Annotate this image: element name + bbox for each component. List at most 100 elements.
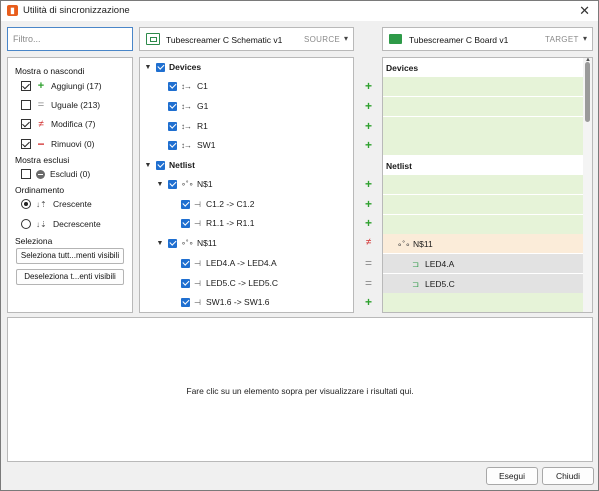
tree-checkbox[interactable] (168, 140, 177, 150)
show-add-checkbox[interactable] (21, 81, 31, 91)
sync-utility-window: ▮ Utilità di sincronizzazione ✕ Filtro..… (0, 0, 599, 491)
tree-item-n11[interactable]: ▼ ∘˚∘ N$11 (156, 236, 217, 250)
show-modify-checkbox[interactable] (21, 119, 31, 129)
target-label: Devices (386, 63, 419, 73)
source-selector[interactable]: Tubescreamer C Schematic v1 SOURCE ▾ (139, 27, 354, 51)
tree-checkbox[interactable] (181, 218, 190, 228)
show-remove-option[interactable]: − Rimuovi (0) (21, 137, 94, 151)
expand-icon[interactable]: ▼ (156, 181, 164, 188)
tree-item-sw1[interactable]: ↕→ SW1 (168, 138, 215, 152)
target-row-n11[interactable]: ∘˚∘ N$11 (383, 234, 584, 253)
tree-item-r1[interactable]: ↕→ R1 (168, 119, 208, 133)
select-label: Seleziona (15, 236, 53, 246)
options-panel: Mostra o nascondi + Aggiungi (17) = Ugua… (7, 57, 133, 313)
tree-label: Netlist (169, 160, 195, 170)
expand-icon[interactable]: ▼ (144, 64, 152, 71)
deselect-all-visible-button[interactable]: Deseleziona t...enti visibili (16, 269, 124, 285)
tree-checkbox[interactable] (181, 297, 190, 307)
target-row-led4a[interactable]: ⊐ LED4.A (383, 254, 584, 273)
target-tree: Devices Netlist ∘˚∘ N$11 ⊐ LED4.A ⊐ LED5… (382, 57, 593, 313)
sort-ascending-label: Crescente (53, 199, 92, 209)
equal-icon: = (364, 256, 372, 270)
show-modify-option[interactable]: ≠ Modifica (7) (21, 117, 95, 131)
chevron-down-icon: ▾ (582, 34, 587, 43)
expand-icon[interactable]: ▼ (144, 162, 152, 169)
component-icon: ↕→ (181, 81, 192, 91)
board-icon (389, 34, 402, 44)
tree-item-netlist[interactable]: ▼ Netlist (144, 158, 195, 172)
tree-checkbox[interactable] (181, 278, 190, 288)
tree-checkbox[interactable] (168, 101, 177, 111)
tree-item-g1[interactable]: ↕→ G1 (168, 99, 208, 113)
target-selector[interactable]: Tubescreamer C Board v1 TARGET ▾ (382, 27, 593, 51)
tree-item-c1-2[interactable]: ⊣ C1.2 -> C1.2 (181, 197, 254, 211)
tree-checkbox[interactable] (181, 199, 190, 209)
run-button[interactable]: Esegui (486, 467, 538, 485)
tree-item-devices[interactable]: ▼ Devices (144, 60, 202, 74)
tree-label: SW1.6 -> SW1.6 (206, 297, 270, 307)
pin-icon: ⊣ (194, 297, 201, 307)
sort-descending-option[interactable]: ↓⇣ Decrescente (21, 217, 101, 231)
target-label: LED4.A (425, 259, 455, 269)
target-row-empty (383, 117, 584, 136)
target-scrollbar[interactable]: ▲ (583, 58, 592, 312)
schematic-icon (146, 33, 160, 45)
target-row-empty (383, 293, 584, 312)
tree-checkbox[interactable] (156, 62, 165, 72)
results-message: Fare clic su un elemento sopra per visua… (186, 386, 414, 396)
show-same-checkbox[interactable] (21, 100, 31, 110)
tree-checkbox[interactable] (168, 238, 177, 248)
target-row-empty (383, 175, 584, 194)
tree-item-led4a[interactable]: ⊣ LED4.A -> LED4.A (181, 256, 277, 270)
source-tree: ▼ Devices ↕→ C1 ↕→ G1 ↕→ R1 ↕→ SW1 ▼ Net… (139, 57, 354, 313)
net-icon: ∘˚∘ (397, 239, 411, 249)
add-icon: + (364, 79, 372, 93)
target-row-netlist: Netlist (383, 156, 584, 175)
scrollbar-thumb[interactable] (585, 62, 590, 122)
exclude-option[interactable]: Escludi (0) (21, 167, 90, 181)
tree-item-n1[interactable]: ▼ ∘˚∘ N$1 (156, 177, 213, 191)
results-panel: Fare clic su un elemento sopra per visua… (7, 317, 593, 462)
select-all-visible-button[interactable]: Seleziona tutt...menti visibili (16, 248, 124, 264)
sort-ascending-radio[interactable] (21, 199, 31, 209)
tree-item-c1[interactable]: ↕→ C1 (168, 79, 208, 93)
modify-icon: ≠ (365, 237, 372, 248)
add-icon: + (364, 119, 372, 133)
show-remove-checkbox[interactable] (21, 139, 31, 149)
tree-item-led5c[interactable]: ⊣ LED5.C -> LED5.C (181, 276, 278, 290)
exclude-checkbox[interactable] (21, 169, 31, 179)
target-row-empty (383, 136, 584, 155)
tree-checkbox[interactable] (181, 258, 190, 268)
tree-item-sw1-6[interactable]: ⊣ SW1.6 -> SW1.6 (181, 295, 270, 309)
close-icon[interactable]: ✕ (579, 3, 590, 19)
show-add-option[interactable]: + Aggiungi (17) (21, 79, 102, 93)
close-button[interactable]: Chiudi (542, 467, 594, 485)
tree-label: LED4.A -> LED4.A (206, 258, 277, 268)
tree-checkbox[interactable] (168, 81, 177, 91)
pin-icon: ⊣ (194, 278, 201, 288)
add-icon: + (364, 99, 372, 113)
tree-item-r1-1[interactable]: ⊣ R1.1 -> R1.1 (181, 216, 254, 230)
component-icon: ↕→ (181, 140, 192, 150)
remove-icon: − (37, 137, 45, 151)
tree-checkbox[interactable] (168, 121, 177, 131)
tree-label: N$1 (197, 179, 213, 189)
equal-icon: = (37, 99, 45, 111)
tree-checkbox[interactable] (156, 160, 165, 170)
target-name: Tubescreamer C Board v1 (409, 35, 509, 45)
target-row-empty (383, 215, 584, 234)
target-row-led5c[interactable]: ⊐ LED5.C (383, 274, 584, 293)
target-row-empty (383, 195, 584, 214)
sort-descending-radio[interactable] (21, 219, 31, 229)
net-icon: ∘˚∘ (181, 238, 194, 248)
expand-icon[interactable]: ▼ (156, 240, 164, 247)
show-remove-label: Rimuovi (0) (51, 139, 95, 149)
chevron-down-icon: ▾ (343, 34, 348, 43)
filter-input[interactable]: Filtro... (7, 27, 133, 51)
tree-label: N$11 (197, 238, 217, 248)
sort-ascending-option[interactable]: ↓⇡ Crescente (21, 197, 92, 211)
tree-checkbox[interactable] (168, 179, 177, 189)
sort-label: Ordinamento (15, 185, 65, 195)
show-same-option[interactable]: = Uguale (213) (21, 98, 100, 112)
target-row-devices: Devices (383, 58, 584, 77)
